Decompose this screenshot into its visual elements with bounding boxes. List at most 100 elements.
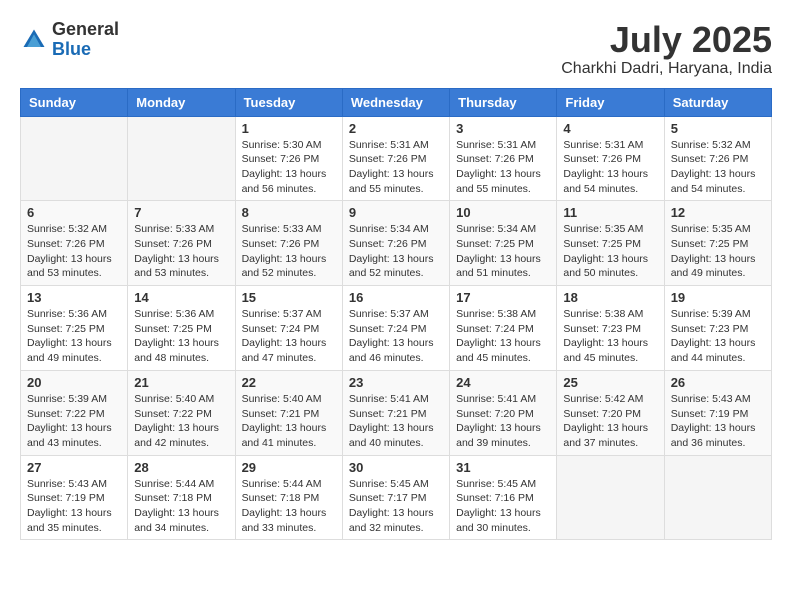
calendar-cell: 17 Sunrise: 5:38 AMSunset: 7:24 PMDayligh…	[450, 286, 557, 371]
day-info: Sunrise: 5:44 AMSunset: 7:18 PMDaylight:…	[242, 477, 336, 536]
day-info: Sunrise: 5:32 AMSunset: 7:26 PMDaylight:…	[671, 138, 765, 197]
calendar-cell: 8Sunrise: 5:33 AMSunset: 7:26 PMDaylight…	[235, 201, 342, 286]
day-info: Sunrise: 5:36 AMSunset: 7:25 PMDaylight:…	[27, 307, 121, 366]
day-info: Sunrise: 5:39 AMSunset: 7:23 PMDaylight:…	[671, 307, 765, 366]
day-number: 26	[671, 375, 765, 390]
calendar-week-row: 6 Sunrise: 5:32 AMSunset: 7:26 PMDaylight…	[21, 201, 772, 286]
day-number: 30	[349, 460, 443, 475]
calendar-cell: 4 Sunrise: 5:31 AMSunset: 7:26 PMDaylight…	[557, 116, 664, 201]
calendar-cell: 22Sunrise: 5:40 AMSunset: 7:21 PMDayligh…	[235, 370, 342, 455]
day-number: 19	[671, 290, 765, 305]
day-info: Sunrise: 5:38 AMSunset: 7:23 PMDaylight:…	[563, 307, 657, 366]
day-number: 31	[456, 460, 550, 475]
day-number: 4	[563, 121, 657, 136]
calendar-header-friday: Friday	[557, 88, 664, 116]
calendar-cell: 19 Sunrise: 5:39 AMSunset: 7:23 PMDayligh…	[664, 286, 771, 371]
calendar-cell	[664, 455, 771, 540]
calendar-cell: 23 Sunrise: 5:41 AMSunset: 7:21 PMDayligh…	[342, 370, 449, 455]
calendar-cell	[128, 116, 235, 201]
day-number: 5	[671, 121, 765, 136]
logo: General Blue	[20, 20, 119, 60]
day-number: 12	[671, 205, 765, 220]
day-info: Sunrise: 5:41 AMSunset: 7:21 PMDaylight:…	[349, 392, 443, 451]
calendar-cell: 13 Sunrise: 5:36 AMSunset: 7:25 PMDayligh…	[21, 286, 128, 371]
day-info: Sunrise: 5:43 AMSunset: 7:19 PMDaylight:…	[671, 392, 765, 451]
calendar-cell: 25 Sunrise: 5:42 AMSunset: 7:20 PMDayligh…	[557, 370, 664, 455]
day-info: Sunrise: 5:37 AMSunset: 7:24 PMDaylight:…	[349, 307, 443, 366]
calendar-cell: 5 Sunrise: 5:32 AMSunset: 7:26 PMDaylight…	[664, 116, 771, 201]
calendar-header-thursday: Thursday	[450, 88, 557, 116]
day-number: 14	[134, 290, 228, 305]
day-info: Sunrise: 5:42 AMSunset: 7:20 PMDaylight:…	[563, 392, 657, 451]
day-number: 10	[456, 205, 550, 220]
calendar-cell: 12 Sunrise: 5:35 AMSunset: 7:25 PMDayligh…	[664, 201, 771, 286]
day-number: 3	[456, 121, 550, 136]
calendar-header-saturday: Saturday	[664, 88, 771, 116]
month-title: July 2025	[561, 20, 772, 60]
day-number: 25	[563, 375, 657, 390]
calendar-cell: 30 Sunrise: 5:45 AMSunset: 7:17 PMDayligh…	[342, 455, 449, 540]
day-number: 6	[27, 205, 121, 220]
calendar-cell: 15Sunrise: 5:37 AMSunset: 7:24 PMDayligh…	[235, 286, 342, 371]
day-info: Sunrise: 5:35 AMSunset: 7:25 PMDaylight:…	[671, 222, 765, 281]
day-number: 24	[456, 375, 550, 390]
day-info: Sunrise: 5:35 AMSunset: 7:25 PMDaylight:…	[563, 222, 657, 281]
calendar-header-sunday: Sunday	[21, 88, 128, 116]
title-section: July 2025 Charkhi Dadri, Haryana, India	[561, 20, 772, 78]
day-number: 2	[349, 121, 443, 136]
calendar-week-row: 27 Sunrise: 5:43 AMSunset: 7:19 PMDayligh…	[21, 455, 772, 540]
day-info: Sunrise: 5:44 AMSunset: 7:18 PMDaylight:…	[134, 477, 228, 536]
calendar-cell: 1 Sunrise: 5:30 AMSunset: 7:26 PMDaylight…	[235, 116, 342, 201]
day-info: Sunrise: 5:31 AMSunset: 7:26 PMDaylight:…	[456, 138, 550, 197]
calendar-cell: 9 Sunrise: 5:34 AMSunset: 7:26 PMDaylight…	[342, 201, 449, 286]
day-info: Sunrise: 5:30 AMSunset: 7:26 PMDaylight:…	[242, 138, 336, 197]
day-number: 1	[242, 121, 336, 136]
day-number: 13	[27, 290, 121, 305]
calendar-cell: 7Sunrise: 5:33 AMSunset: 7:26 PMDaylight…	[128, 201, 235, 286]
day-info: Sunrise: 5:31 AMSunset: 7:26 PMDaylight:…	[563, 138, 657, 197]
calendar-cell	[557, 455, 664, 540]
day-number: 18	[563, 290, 657, 305]
calendar-cell: 16 Sunrise: 5:37 AMSunset: 7:24 PMDayligh…	[342, 286, 449, 371]
page-header: General Blue July 2025 Charkhi Dadri, Ha…	[20, 20, 772, 78]
day-number: 20	[27, 375, 121, 390]
calendar-week-row: 20 Sunrise: 5:39 AMSunset: 7:22 PMDayligh…	[21, 370, 772, 455]
calendar-cell: 20 Sunrise: 5:39 AMSunset: 7:22 PMDayligh…	[21, 370, 128, 455]
calendar-cell: 11 Sunrise: 5:35 AMSunset: 7:25 PMDayligh…	[557, 201, 664, 286]
day-number: 23	[349, 375, 443, 390]
day-info: Sunrise: 5:33 AMSunset: 7:26 PMDaylight:…	[242, 222, 336, 281]
calendar-header-tuesday: Tuesday	[235, 88, 342, 116]
day-info: Sunrise: 5:39 AMSunset: 7:22 PMDaylight:…	[27, 392, 121, 451]
day-info: Sunrise: 5:34 AMSunset: 7:26 PMDaylight:…	[349, 222, 443, 281]
day-number: 28	[134, 460, 228, 475]
calendar-cell: 3 Sunrise: 5:31 AMSunset: 7:26 PMDaylight…	[450, 116, 557, 201]
logo-icon	[20, 26, 48, 54]
calendar-cell: 2Sunrise: 5:31 AMSunset: 7:26 PMDaylight…	[342, 116, 449, 201]
day-info: Sunrise: 5:40 AMSunset: 7:22 PMDaylight:…	[134, 392, 228, 451]
day-info: Sunrise: 5:36 AMSunset: 7:25 PMDaylight:…	[134, 307, 228, 366]
calendar-header-row: SundayMondayTuesdayWednesdayThursdayFrid…	[21, 88, 772, 116]
logo-text: General Blue	[52, 20, 119, 60]
calendar-cell: 21 Sunrise: 5:40 AMSunset: 7:22 PMDayligh…	[128, 370, 235, 455]
calendar-cell: 31Sunrise: 5:45 AMSunset: 7:16 PMDayligh…	[450, 455, 557, 540]
day-number: 27	[27, 460, 121, 475]
day-info: Sunrise: 5:38 AMSunset: 7:24 PMDaylight:…	[456, 307, 550, 366]
day-info: Sunrise: 5:32 AMSunset: 7:26 PMDaylight:…	[27, 222, 121, 281]
calendar-header-wednesday: Wednesday	[342, 88, 449, 116]
day-number: 9	[349, 205, 443, 220]
day-info: Sunrise: 5:43 AMSunset: 7:19 PMDaylight:…	[27, 477, 121, 536]
day-number: 21	[134, 375, 228, 390]
day-number: 11	[563, 205, 657, 220]
day-info: Sunrise: 5:37 AMSunset: 7:24 PMDaylight:…	[242, 307, 336, 366]
calendar-cell: 24 Sunrise: 5:41 AMSunset: 7:20 PMDayligh…	[450, 370, 557, 455]
calendar-cell: 29Sunrise: 5:44 AMSunset: 7:18 PMDayligh…	[235, 455, 342, 540]
calendar-header-monday: Monday	[128, 88, 235, 116]
day-info: Sunrise: 5:41 AMSunset: 7:20 PMDaylight:…	[456, 392, 550, 451]
day-number: 16	[349, 290, 443, 305]
calendar-week-row: 1 Sunrise: 5:30 AMSunset: 7:26 PMDaylight…	[21, 116, 772, 201]
calendar-cell: 26 Sunrise: 5:43 AMSunset: 7:19 PMDayligh…	[664, 370, 771, 455]
day-number: 17	[456, 290, 550, 305]
day-info: Sunrise: 5:40 AMSunset: 7:21 PMDaylight:…	[242, 392, 336, 451]
calendar-cell: 6 Sunrise: 5:32 AMSunset: 7:26 PMDaylight…	[21, 201, 128, 286]
day-info: Sunrise: 5:45 AMSunset: 7:17 PMDaylight:…	[349, 477, 443, 536]
